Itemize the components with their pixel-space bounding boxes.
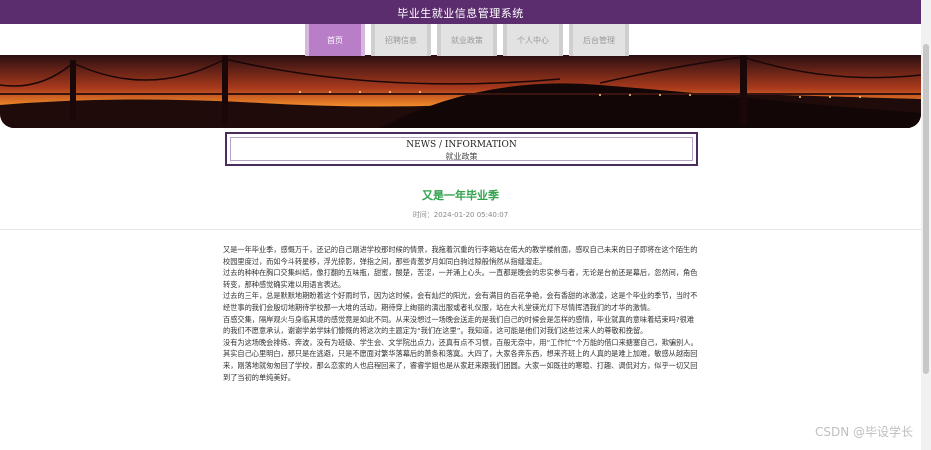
article-title: 又是一年毕业季 — [422, 189, 499, 202]
golden-gate-sunset-image — [0, 55, 921, 128]
article-paragraph: 过去的种种在胸口交集纠结，像打翻的五味瓶，甜蜜，酸楚，苦涩，一并涌上心头。一直都… — [223, 268, 698, 289]
section-header: NEWS / INFORMATION 就业政策 — [225, 132, 698, 166]
tab-employment-policy[interactable]: 就业政策 — [437, 24, 497, 56]
vertical-scrollbar[interactable] — [921, 0, 931, 450]
tab-home[interactable]: 首页 — [305, 24, 365, 56]
article-paragraph: 过去的三年，总是默默地期盼着这个好雨时节，因为这时候，会有灿烂的阳光，会有满目的… — [223, 291, 698, 312]
article-paragraph: 百感交集，隔岸观火与身临其境的感觉竟是如此不同。从来没想过一场晚会送走的是我们自… — [223, 314, 695, 336]
section-header-inner: NEWS / INFORMATION 就业政策 — [230, 137, 693, 161]
divider — [0, 229, 921, 230]
tab-recruitment[interactable]: 招聘信息 — [371, 24, 431, 56]
main-nav: 首页 招聘信息 就业政策 个人中心 后台管理 — [305, 24, 629, 58]
article-body: 又是一年毕业季，感慨万千，还记的自己刚进学校那时候的情景，我拖着沉重的行李箱站在… — [223, 244, 701, 383]
watermark: CSDN @毕设学长 — [814, 425, 913, 439]
tab-admin[interactable]: 后台管理 — [569, 24, 629, 56]
scrollbar-thumb[interactable] — [923, 44, 929, 374]
banner-image — [0, 55, 921, 128]
section-title-en: NEWS / INFORMATION — [406, 140, 517, 150]
article-time: 时间：2024-01-20 05:40:07 — [412, 211, 509, 219]
article-paragraph: 又是一年毕业季，感慨万千，还记的自己刚进学校那时候的情景，我拖着沉重的行李箱站在… — [223, 245, 698, 266]
tab-personal-center[interactable]: 个人中心 — [503, 24, 563, 56]
app-title: 毕业生就业信息管理系统 — [397, 7, 524, 20]
section-title-cn: 就业政策 — [445, 152, 478, 161]
article-paragraph: 没有为这场晚会排练、奔波，没有为班级、学生会、文学院出点力，还真有点不习惯，百般… — [223, 337, 698, 382]
top-header-bar: 毕业生就业信息管理系统 — [0, 0, 921, 24]
